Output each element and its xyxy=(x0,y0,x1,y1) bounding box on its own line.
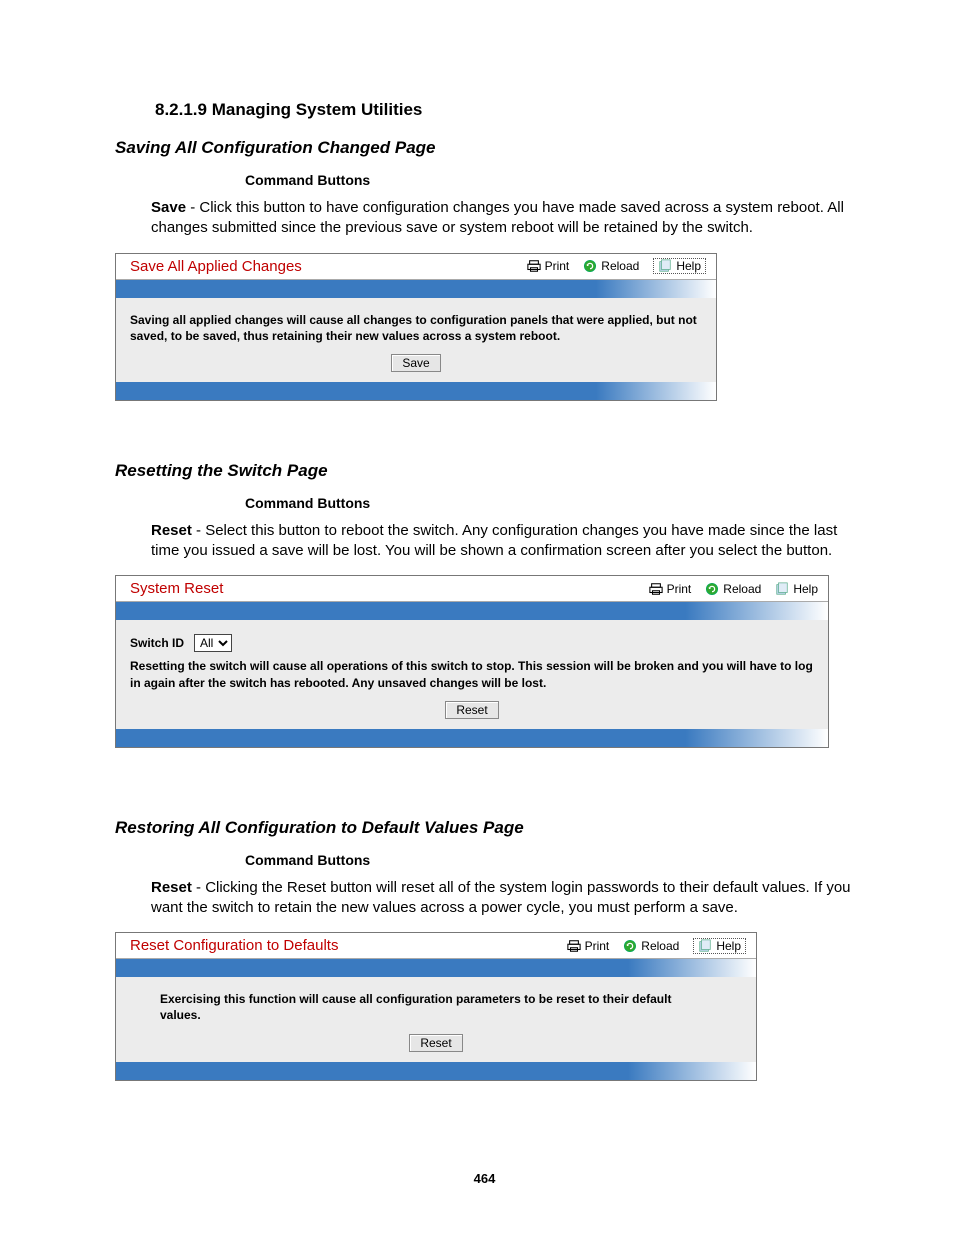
switch-id-select[interactable]: All xyxy=(194,634,232,652)
panel-header: System Reset Print Reload Help xyxy=(116,576,828,602)
print-button[interactable]: Print xyxy=(567,939,610,953)
panel-body: Switch ID All Resetting the switch will … xyxy=(116,620,828,728)
save-description: Save - Click this button to have configu… xyxy=(151,198,854,239)
subsection-title-restore: Restoring All Configuration to Default V… xyxy=(115,818,854,838)
help-button[interactable]: Help xyxy=(775,582,818,596)
help-icon xyxy=(658,259,672,273)
panel-toolbar: Print Reload Help xyxy=(567,938,746,954)
panel-title: Save All Applied Changes xyxy=(130,258,527,275)
panel-title: Reset Configuration to Defaults xyxy=(130,937,567,954)
page-number: 464 xyxy=(115,1171,854,1186)
reset-defaults-button[interactable]: Reset xyxy=(409,1034,462,1052)
switch-id-label: Switch ID xyxy=(130,635,184,651)
reset-defaults-panel: Reset Configuration to Defaults Print Re… xyxy=(115,932,757,1080)
command-buttons-label: Command Buttons xyxy=(245,852,854,868)
restore-description: Reset - Clicking the Reset button will r… xyxy=(151,878,854,919)
help-icon xyxy=(775,582,789,596)
reset-label-rest: - Select this button to reboot the switc… xyxy=(151,522,837,559)
print-icon xyxy=(567,939,581,953)
panel-body-text: Saving all applied changes will cause al… xyxy=(130,312,702,344)
save-panel: Save All Applied Changes Print Reload He… xyxy=(115,253,717,401)
help-button[interactable]: Help xyxy=(693,938,746,954)
reset-description: Reset - Select this button to reboot the… xyxy=(151,521,854,562)
panel-body-text: Resetting the switch will cause all oper… xyxy=(130,658,814,690)
help-label: Help xyxy=(716,939,741,953)
help-label: Help xyxy=(676,259,701,273)
restore-label-bold: Reset xyxy=(151,879,192,896)
blue-bar xyxy=(116,1062,756,1080)
panel-title: System Reset xyxy=(130,580,649,597)
subsection-title-reset: Resetting the Switch Page xyxy=(115,461,854,481)
section-number: 8.2.1.9 xyxy=(155,100,207,119)
panel-header: Save All Applied Changes Print Reload He… xyxy=(116,254,716,280)
print-icon xyxy=(527,259,541,273)
help-icon xyxy=(698,939,712,953)
save-label-rest: - Click this button to have configuratio… xyxy=(151,199,844,236)
reset-label-bold: Reset xyxy=(151,522,192,539)
panel-toolbar: Print Reload Help xyxy=(527,258,706,274)
save-button[interactable]: Save xyxy=(391,354,440,372)
print-icon xyxy=(649,582,663,596)
reload-button[interactable]: Reload xyxy=(705,582,761,596)
panel-body: Exercising this function will cause all … xyxy=(116,977,756,1061)
print-label: Print xyxy=(667,582,692,596)
command-buttons-label: Command Buttons xyxy=(245,495,854,511)
print-button[interactable]: Print xyxy=(527,259,570,273)
system-reset-panel: System Reset Print Reload Help Switch I xyxy=(115,575,829,747)
section-heading: 8.2.1.9 Managing System Utilities xyxy=(155,100,854,120)
reset-button[interactable]: Reset xyxy=(445,701,498,719)
panel-body: Saving all applied changes will cause al… xyxy=(116,298,716,382)
section-title: Managing System Utilities xyxy=(212,100,423,119)
print-button[interactable]: Print xyxy=(649,582,692,596)
reload-icon xyxy=(705,582,719,596)
panel-body-text: Exercising this function will cause all … xyxy=(130,991,742,1023)
subsection-title-save: Saving All Configuration Changed Page xyxy=(115,138,854,158)
reload-label: Reload xyxy=(723,582,761,596)
reload-button[interactable]: Reload xyxy=(623,939,679,953)
blue-bar xyxy=(116,382,716,400)
blue-bar xyxy=(116,280,716,298)
command-buttons-label: Command Buttons xyxy=(245,172,854,188)
reload-icon xyxy=(623,939,637,953)
save-label-bold: Save xyxy=(151,199,186,216)
blue-bar xyxy=(116,959,756,977)
reload-icon xyxy=(583,259,597,273)
reload-label: Reload xyxy=(641,939,679,953)
restore-label-rest: - Clicking the Reset button will reset a… xyxy=(151,879,851,916)
panel-header: Reset Configuration to Defaults Print Re… xyxy=(116,933,756,959)
panel-toolbar: Print Reload Help xyxy=(649,582,818,596)
print-label: Print xyxy=(545,259,570,273)
blue-bar xyxy=(116,602,828,620)
reload-label: Reload xyxy=(601,259,639,273)
help-label: Help xyxy=(793,582,818,596)
print-label: Print xyxy=(585,939,610,953)
blue-bar xyxy=(116,729,828,747)
reload-button[interactable]: Reload xyxy=(583,259,639,273)
help-button[interactable]: Help xyxy=(653,258,706,274)
